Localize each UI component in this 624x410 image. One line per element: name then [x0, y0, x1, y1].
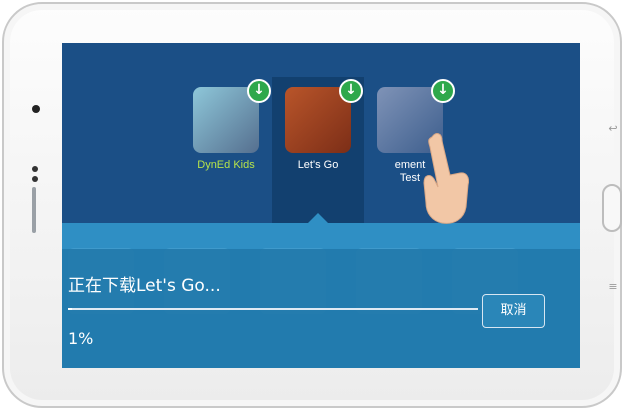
download-icon[interactable]: ↓	[339, 79, 363, 103]
download-title: 正在下载Let's Go...	[68, 276, 221, 296]
download-icon[interactable]: ↓	[431, 79, 455, 103]
download-icon[interactable]: ↓	[247, 79, 271, 103]
app-item-dyned-kids[interactable]: ↓ DynEd Kids	[180, 79, 272, 172]
download-percent: 1%	[68, 329, 94, 348]
tap-hand-icon	[423, 133, 469, 224]
download-progress-fill	[68, 308, 73, 310]
front-camera	[32, 105, 40, 113]
sensor-dot	[32, 166, 38, 172]
app-item-lets-go[interactable]: ↓ Let's Go	[272, 79, 364, 172]
sensor-dot	[32, 176, 38, 182]
download-progress-bar	[68, 308, 478, 310]
app-label: Let's Go	[297, 159, 339, 171]
menu-key-icon[interactable]: ≡	[606, 280, 620, 294]
download-dialog: 正在下载Let's Go... 1% 取消	[62, 249, 580, 368]
app-screen: ↓ DynEd Kids ↓ Let's Go ↓ ement Test 正在下…	[62, 43, 580, 368]
app-label: DynEd Kids	[197, 159, 255, 171]
lets-go-thumbnail: ↓	[285, 79, 363, 153]
cancel-button[interactable]: 取消	[482, 294, 545, 328]
home-button[interactable]	[602, 184, 622, 232]
dyned-kids-thumbnail: ↓	[193, 79, 271, 153]
selection-pointer	[308, 213, 328, 223]
speaker-grille	[32, 187, 36, 233]
back-key-icon[interactable]: ↩	[606, 122, 620, 136]
